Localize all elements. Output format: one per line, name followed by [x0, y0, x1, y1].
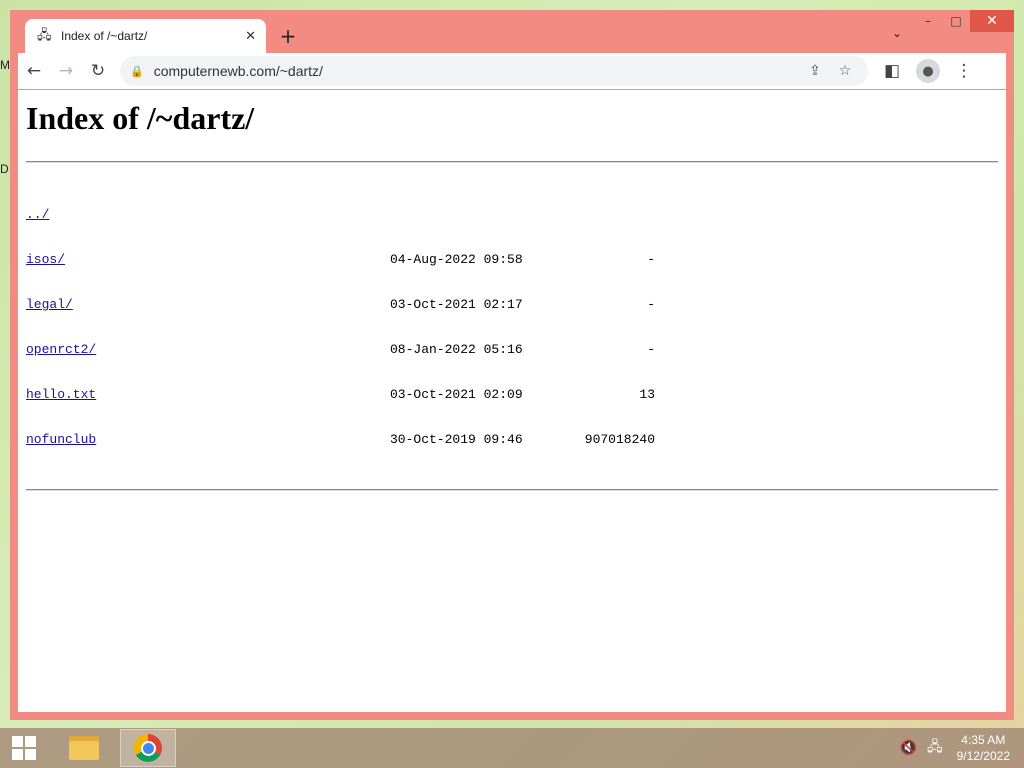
- listing-row: openrct2/ 08-Jan-2022 05:16 -: [26, 342, 998, 357]
- volume-muted-icon[interactable]: 🔇: [900, 740, 917, 756]
- close-tab-icon[interactable]: ✕: [245, 29, 256, 44]
- browser-tab[interactable]: 🖧 Index of /~dartz/ ✕: [25, 19, 266, 53]
- browser-toolbar: ← → ↻ 🔒 computernewb.com/~dartz/ ⇪ ☆ ◧ ●…: [18, 53, 1006, 89]
- clock-time: 4:35 AM: [961, 733, 1006, 747]
- entry-size: -: [647, 342, 655, 357]
- directory-listing: ../ isos/ 04-Aug-2022 09:58 - legal/ 03-…: [26, 177, 998, 477]
- side-panel-icon[interactable]: ◧: [876, 55, 908, 87]
- tab-title: Index of /~dartz/: [61, 29, 148, 43]
- taskbar-chrome[interactable]: [120, 729, 176, 767]
- start-button[interactable]: [0, 728, 48, 768]
- listing-row: nofunclub 30-Oct-2019 09:46 907018240: [26, 432, 998, 447]
- entry-link[interactable]: isos/: [26, 252, 65, 267]
- lock-icon[interactable]: 🔒: [130, 65, 144, 78]
- listing-row: legal/ 03-Oct-2021 02:17 -: [26, 297, 998, 312]
- network-icon[interactable]: 🖧: [927, 736, 943, 760]
- parent-directory-link[interactable]: ../: [26, 207, 49, 222]
- divider: [26, 489, 998, 491]
- forward-arrow-icon[interactable]: →: [50, 55, 82, 87]
- profile-avatar-icon[interactable]: ●: [916, 59, 940, 83]
- url-text[interactable]: computernewb.com/~dartz/: [154, 63, 800, 79]
- window-controls: – □ ✕: [914, 10, 1014, 34]
- back-arrow-icon[interactable]: ←: [18, 55, 50, 87]
- address-bar[interactable]: 🔒 computernewb.com/~dartz/ ⇪ ☆: [120, 56, 868, 86]
- taskbar-clock[interactable]: 4:35 AM 9/12/2022: [957, 732, 1010, 764]
- desktop-icon-label-fragment: M: [0, 58, 10, 72]
- page-content: Index of /~dartz/ ../ isos/ 04-Aug-2022 …: [18, 90, 1006, 712]
- entry-date: 04-Aug-2022 09:58: [390, 252, 523, 267]
- entry-size: -: [647, 297, 655, 312]
- listing-row: hello.txt 03-Oct-2021 02:09 13: [26, 387, 998, 402]
- entry-date: 08-Jan-2022 05:16: [390, 342, 523, 357]
- globe-icon: 🖧: [37, 28, 52, 43]
- system-tray: 🔇 🖧 4:35 AM 9/12/2022: [890, 732, 1024, 764]
- entry-date: 03-Oct-2021 02:09: [390, 387, 523, 402]
- taskbar: 🔇 🖧 4:35 AM 9/12/2022: [0, 728, 1024, 768]
- desktop-icon-label-fragment: D: [0, 162, 9, 176]
- clock-date: 9/12/2022: [956, 749, 1010, 763]
- minimize-button[interactable]: –: [914, 10, 942, 32]
- entry-link[interactable]: nofunclub: [26, 432, 96, 447]
- entry-link[interactable]: openrct2/: [26, 342, 96, 357]
- bookmark-star-icon[interactable]: ☆: [830, 63, 860, 79]
- page-title: Index of /~dartz/: [26, 100, 255, 136]
- file-explorer-icon: [69, 736, 99, 760]
- entry-link[interactable]: hello.txt: [26, 387, 96, 402]
- divider: [26, 161, 998, 163]
- windows-logo-icon: [12, 736, 36, 760]
- tab-search-chevron-icon[interactable]: ⌄: [892, 26, 902, 40]
- taskbar-file-explorer[interactable]: [56, 729, 112, 767]
- chrome-icon: [134, 734, 162, 762]
- entry-size: 907018240: [584, 432, 655, 447]
- entry-size: 13: [639, 387, 655, 402]
- entry-date: 03-Oct-2021 02:17: [390, 297, 523, 312]
- maximize-button[interactable]: □: [942, 10, 970, 32]
- entry-size: -: [647, 252, 655, 267]
- share-icon[interactable]: ⇪: [800, 63, 830, 79]
- close-window-button[interactable]: ✕: [970, 10, 1014, 32]
- menu-kebab-icon[interactable]: ⋮: [948, 55, 980, 87]
- listing-row: ../: [26, 207, 998, 222]
- new-tab-button[interactable]: +: [276, 24, 300, 48]
- entry-link[interactable]: legal/: [26, 297, 73, 312]
- entry-date: 30-Oct-2019 09:46: [390, 432, 523, 447]
- listing-row: isos/ 04-Aug-2022 09:58 -: [26, 252, 998, 267]
- reload-icon[interactable]: ↻: [82, 55, 114, 87]
- browser-window: – □ ✕ 🖧 Index of /~dartz/ ✕ + ⌄ ← → ↻ 🔒 …: [10, 10, 1014, 720]
